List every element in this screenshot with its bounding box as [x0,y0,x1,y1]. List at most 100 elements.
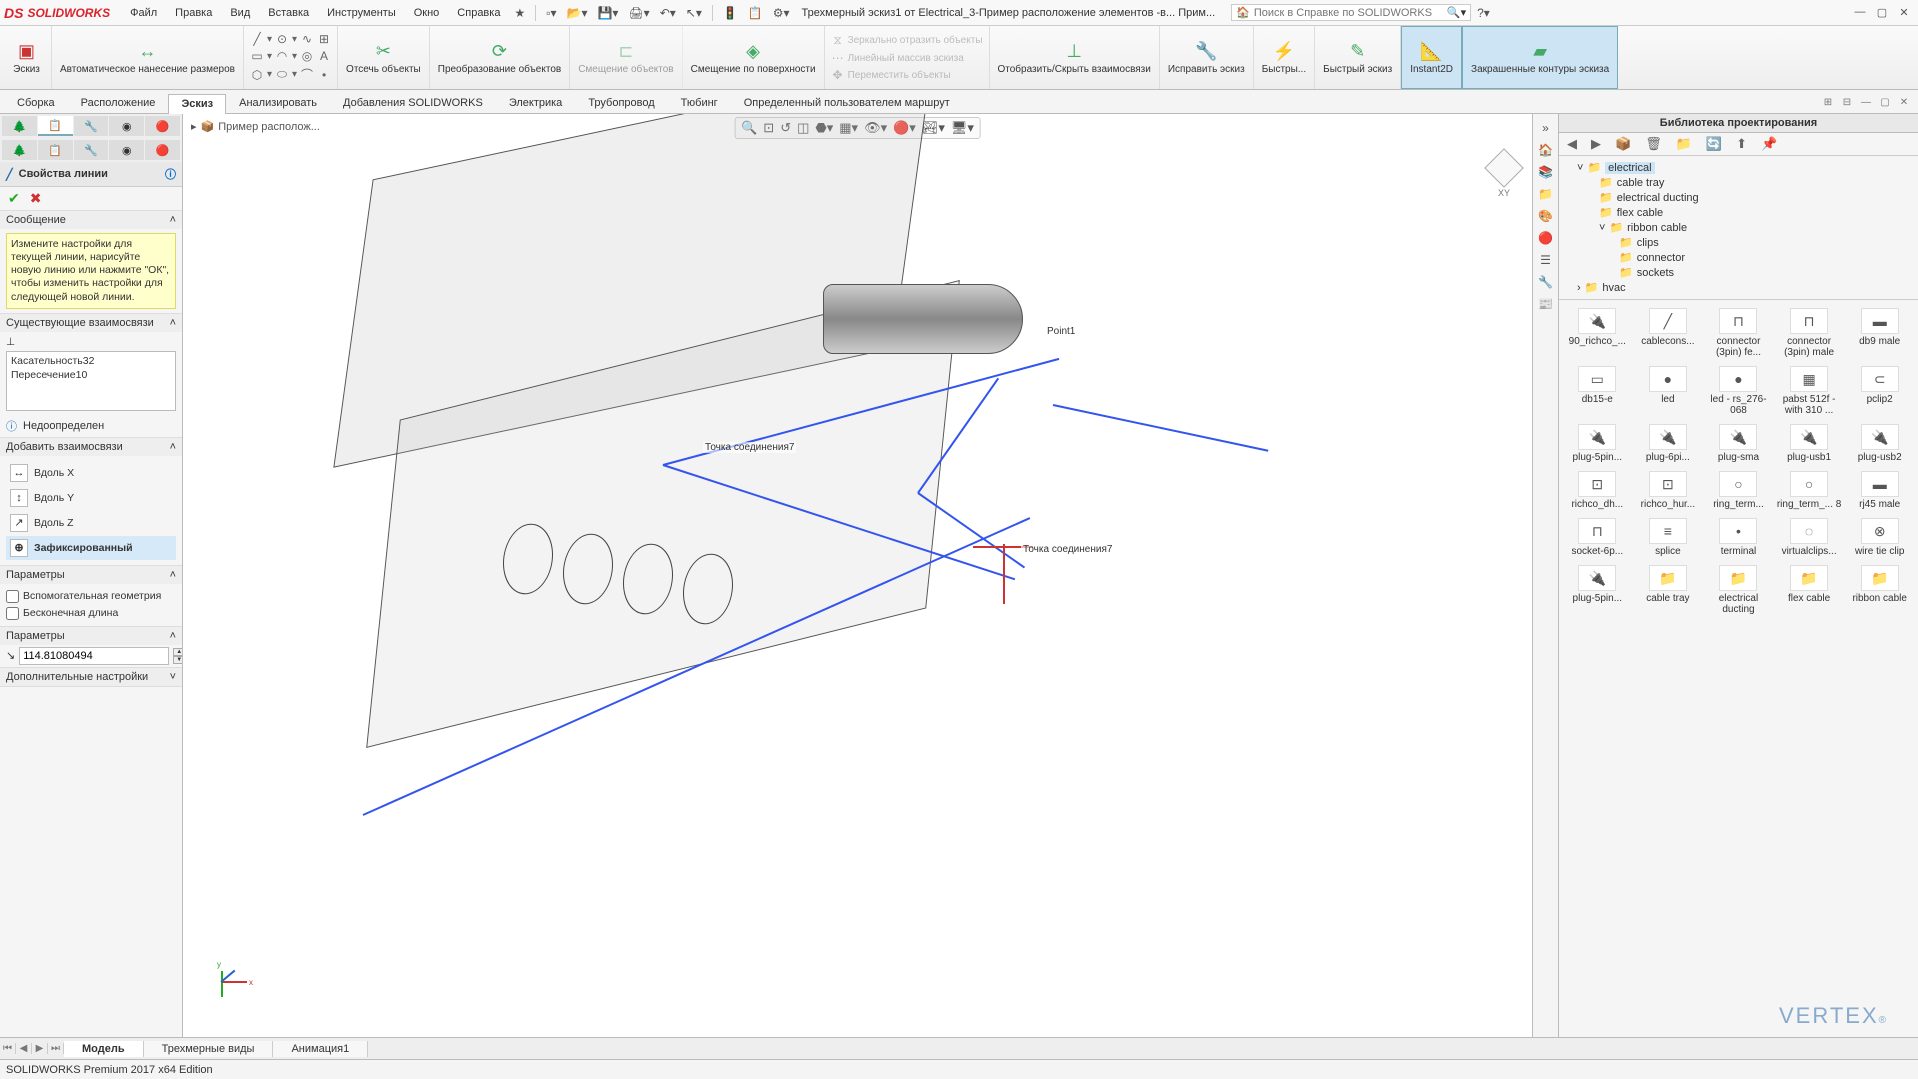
doc-tile2-icon[interactable]: ⊟ [1839,97,1855,113]
ribbon-sketch[interactable]: ▣ Эскиз [2,26,52,89]
menu-insert[interactable]: Вставка [260,5,317,21]
library-item[interactable]: ○ring_term_... 8 [1775,469,1844,512]
tree-clips[interactable]: 📁clips [1565,235,1912,250]
tp-forum-icon[interactable]: 🔧 [1536,272,1556,292]
cmd-tab[interactable]: Анализировать [226,93,330,113]
lib-newfolder-icon[interactable]: 📁 [1676,136,1692,152]
menu-edit[interactable]: Правка [167,5,220,21]
poly-tool[interactable]: ⬡▾ ⬭▾ ⌒ • [248,65,333,84]
library-item[interactable]: ▬rj45 male [1845,469,1914,512]
lib-fwd-icon[interactable]: ▶ [1591,136,1601,152]
line-tool[interactable]: ╱▾ ⊙▾ ∿ ⊞ [248,31,333,47]
pm-ok-button[interactable]: ✔ [8,190,20,207]
rebuild-icon[interactable]: 🚦 [719,4,742,22]
tree-connector[interactable]: 📁connector [1565,250,1912,265]
lib-up-icon[interactable]: ⬆ [1736,136,1747,152]
cmd-tab[interactable]: Добавления SOLIDWORKS [330,93,496,113]
library-item[interactable]: ▬db9 male [1845,306,1914,360]
orientation-widget[interactable]: XY [1490,154,1518,198]
library-item[interactable]: 🔌plug-5pin... [1563,563,1632,617]
tree-hvac[interactable]: ›📁hvac [1565,280,1912,295]
ribbon-convert[interactable]: ⟳ Преобразование объектов [430,26,570,89]
library-item[interactable]: ⊓connector (3pin) male [1775,306,1844,360]
tp-file-explorer-icon[interactable]: 📁 [1536,184,1556,204]
tree-electrical-ducting[interactable]: 📁electrical ducting [1565,190,1912,205]
relation-along-z[interactable]: ↗Вдоль Z [6,511,176,535]
menu-window[interactable]: Окно [406,5,448,21]
tp-home-icon[interactable]: 🏠 [1536,140,1556,160]
library-item[interactable]: ▦pabst 512f - with 310 ... [1775,364,1844,418]
section-message-header[interactable]: Сообщение˄ [0,211,182,229]
menu-view[interactable]: Вид [222,5,258,21]
tree-electrical[interactable]: ˅📁electrical [1565,160,1912,175]
library-item[interactable]: ⊡richco_dh... [1563,469,1632,512]
relation-item[interactable]: Касательность32 [9,354,173,368]
ribbon-show-relations[interactable]: ⊥ Отобразить/Скрыть взаимосвязи [990,26,1160,89]
doc-tab[interactable]: Анимация1 [273,1041,368,1057]
open-icon[interactable]: 📂▾ [563,4,592,22]
settings-icon[interactable]: ⚙▾ [769,4,794,22]
library-item[interactable]: 🔌plug-usb1 [1775,422,1844,465]
doc-tab[interactable]: Модель [64,1041,144,1057]
library-item[interactable]: ○ring_term... [1704,469,1773,512]
search-input[interactable] [1254,7,1443,19]
ribbon-trim[interactable]: ✂ Отсечь объекты [338,26,430,89]
library-item[interactable]: 📁ribbon cable [1845,563,1914,617]
tp-custom-props-icon[interactable]: ☰ [1536,250,1556,270]
cmd-tab[interactable]: Тюбинг [668,93,731,113]
cmd-tab[interactable]: Расположение [68,93,169,113]
cmd-tab[interactable]: Сборка [4,93,68,113]
ribbon-rapid-sketch[interactable]: ✎ Быстрый эскиз [1315,26,1401,89]
library-item[interactable]: ≡splice [1634,516,1703,559]
nav-first-icon[interactable]: ⏮ [0,1043,16,1054]
pm-tab2-2[interactable]: 📋 [38,140,73,160]
nav-prev-icon[interactable]: ◀ [16,1043,32,1054]
pm-tab2-1[interactable]: 🌲 [2,140,37,160]
relation-along-y[interactable]: ↕Вдоль Y [6,486,176,510]
ribbon-shaded[interactable]: ▰ Закрашенные контуры эскиза [1462,26,1618,89]
section-add-header[interactable]: Добавить взаимосвязи˄ [0,438,182,456]
lib-back-icon[interactable]: ◀ [1567,136,1577,152]
tp-appearances-icon[interactable]: 🔴 [1536,228,1556,248]
library-item[interactable]: 🔌90_richco_... [1563,306,1632,360]
pm-help-icon[interactable]: ⓘ [165,166,176,182]
library-item[interactable]: 🔌plug-sma [1704,422,1773,465]
section-options-header[interactable]: Параметры˄ [0,566,182,584]
library-item[interactable]: ▭db15-e [1563,364,1632,418]
ribbon-offset-surface[interactable]: ◈ Смещение по поверхности [683,26,825,89]
relation-along-x[interactable]: ↔Вдоль X [6,461,176,485]
print-icon[interactable]: 🖨▾ [624,4,653,22]
relation-fixed[interactable]: ⊕Зафиксированный [6,536,176,560]
help-search[interactable]: 🏠 🔍▾ [1231,4,1471,21]
tree-sockets[interactable]: 📁sockets [1565,265,1912,280]
library-item[interactable]: •terminal [1704,516,1773,559]
checkbox-construction[interactable]: Вспомогательная геометрия [6,588,176,605]
relation-item[interactable]: Пересечение10 [9,368,173,382]
section-existing-header[interactable]: Существующие взаимосвязи˄ [0,314,182,332]
checkbox-infinite[interactable]: Бесконечная длина [6,605,176,622]
library-item[interactable]: 📁cable tray [1634,563,1703,617]
library-item[interactable]: ◌virtualclips... [1775,516,1844,559]
cmd-tab[interactable]: Трубопровод [575,93,667,113]
section-extra-header[interactable]: Дополнительные настройки˅ [0,668,182,686]
lib-add-icon[interactable]: 📦 [1615,136,1631,152]
doc-min-icon[interactable]: — [1858,97,1874,113]
ribbon-rapid[interactable]: ⚡ Быстры... [1254,26,1315,89]
library-item[interactable]: 🔌plug-6pi... [1634,422,1703,465]
library-item[interactable]: ⊂pclip2 [1845,364,1914,418]
maximize-button[interactable]: ▢ [1872,6,1892,19]
tp-design-library-icon[interactable]: 📚 [1536,162,1556,182]
pm-tab-config[interactable]: 🔧 [74,116,109,136]
length-spinner[interactable]: ▲▼ [173,648,183,664]
library-item[interactable]: ●led [1634,364,1703,418]
minimize-button[interactable]: — [1850,6,1870,19]
library-item[interactable]: 🔌plug-5pin... [1563,422,1632,465]
doc-tile-icon[interactable]: ⊞ [1820,97,1836,113]
search-go-icon[interactable]: 🔍▾ [1447,6,1466,19]
close-button[interactable]: ✕ [1894,6,1914,19]
length-input[interactable] [19,647,169,665]
doc-max-icon[interactable]: ▢ [1877,97,1893,113]
pm-tab2-4[interactable]: ◉ [109,140,144,160]
pm-cancel-button[interactable]: ✖ [30,190,42,207]
library-item[interactable]: ⊓connector (3pin) fe... [1704,306,1773,360]
